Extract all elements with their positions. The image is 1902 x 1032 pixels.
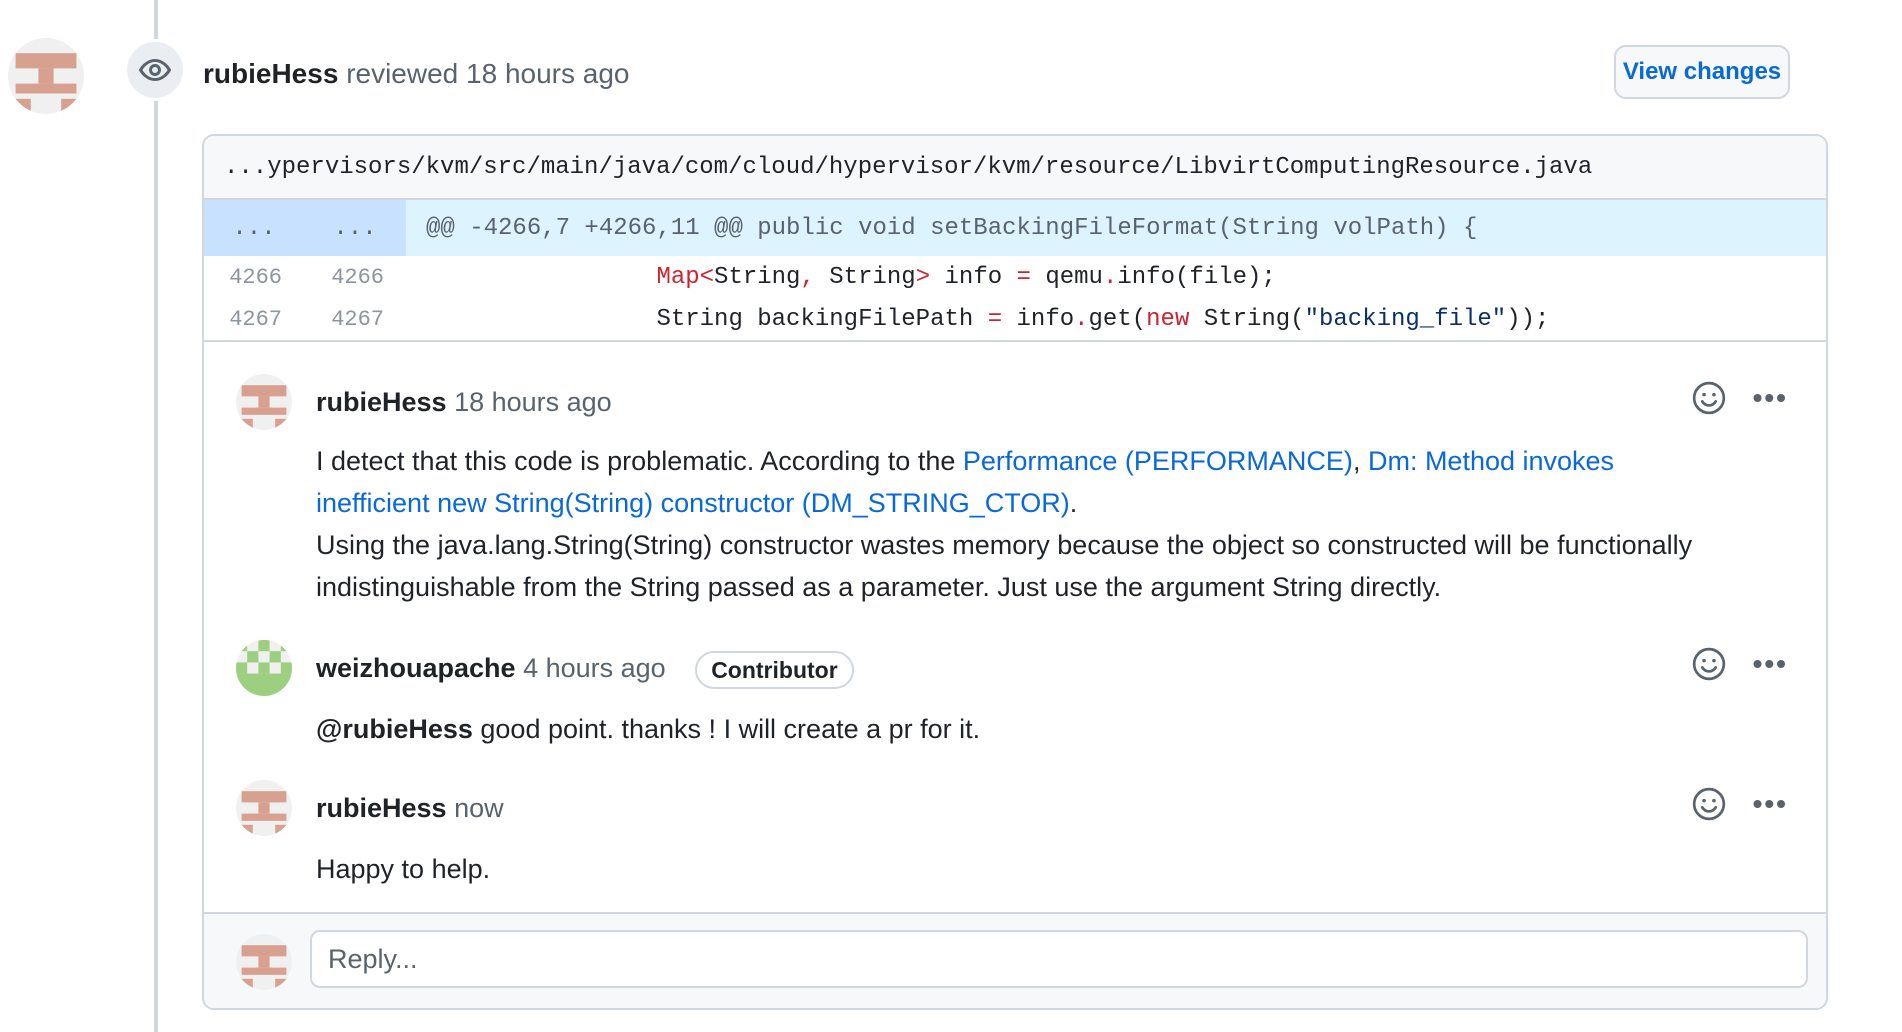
comment-body: Happy to help.	[316, 848, 1726, 890]
comment-time[interactable]: now	[454, 793, 504, 823]
comment-text: I detect that this code is problematic. …	[316, 446, 963, 476]
comment-author[interactable]: rubieHess	[316, 793, 447, 823]
comments-area: rubieHess 18 hours ago ••• I detect that…	[204, 340, 1826, 924]
comment-header: weizhouapache 4 hours ago Contributor	[316, 650, 854, 689]
smiley-icon[interactable]	[1691, 786, 1727, 822]
comment-actions: •••	[1691, 380, 1788, 416]
comment-author[interactable]: rubieHess	[316, 387, 447, 417]
comment-time[interactable]: 18 hours ago	[454, 387, 612, 417]
comment-time[interactable]: 4 hours ago	[523, 653, 666, 683]
contributor-badge: Contributor	[695, 650, 854, 689]
hunk-header: @@ -4266,7 +4266,11 @@ public void setBa…	[406, 200, 1826, 256]
reply-bar: Reply...	[204, 912, 1826, 1008]
review-time[interactable]: 18 hours ago	[466, 58, 629, 89]
identicon-brown	[8, 38, 84, 114]
comment-header: rubieHess 18 hours ago	[316, 384, 612, 420]
comment-actions: •••	[1691, 786, 1788, 822]
file-path[interactable]: ...ypervisors/kvm/src/main/java/com/clou…	[204, 136, 1826, 200]
user-mention[interactable]: @rubieHess	[316, 714, 473, 744]
avatar[interactable]	[8, 38, 84, 114]
eye-icon	[124, 39, 186, 101]
comment-text-sep: ,	[1352, 446, 1368, 476]
review-action: reviewed	[346, 58, 459, 89]
review-author[interactable]: rubieHess	[203, 58, 338, 89]
view-changes-button[interactable]: View changes	[1614, 45, 1790, 99]
comment-body: I detect that this code is problematic. …	[316, 440, 1726, 608]
comment-author[interactable]: weizhouapache	[316, 653, 516, 683]
code-line: 4266 4266 Map<String, String> info = qem…	[204, 256, 1826, 298]
old-line-number[interactable]: 4267	[204, 298, 304, 340]
expand-up-button[interactable]: ...	[204, 200, 304, 256]
kebab-horizontal-icon[interactable]: •••	[1753, 650, 1788, 678]
diff-table: ... ... @@ -4266,7 +4266,11 @@ public vo…	[204, 200, 1826, 340]
new-line-number[interactable]: 4266	[304, 256, 406, 298]
smiley-icon[interactable]	[1691, 380, 1727, 416]
comment-actions: •••	[1691, 646, 1788, 682]
avatar[interactable]	[236, 640, 292, 696]
comment-text: Happy to help.	[316, 854, 491, 884]
avatar[interactable]	[236, 780, 292, 836]
old-line-number[interactable]: 4266	[204, 256, 304, 298]
review-header: rubieHess reviewed 18 hours ago	[203, 56, 630, 92]
reply-input[interactable]: Reply...	[310, 930, 1808, 988]
timeline-line	[154, 0, 158, 1032]
kebab-horizontal-icon[interactable]: •••	[1753, 790, 1788, 818]
code-content: String backingFilePath = info.get(new St…	[426, 305, 1550, 333]
hunk-row: ... ... @@ -4266,7 +4266,11 @@ public vo…	[204, 200, 1826, 256]
comment-text-period: .	[1069, 488, 1078, 518]
expand-down-button[interactable]: ...	[304, 200, 406, 256]
code-line: 4267 4267 String backingFilePath = info.…	[204, 298, 1826, 340]
comment-text: Using the java.lang.String(String) const…	[316, 530, 1693, 602]
code-content: Map<String, String> info = qemu.info(fil…	[656, 263, 1276, 291]
comment-text: good point. thanks ! I will create a pr …	[472, 714, 981, 744]
comment-header: rubieHess now	[316, 790, 504, 826]
comment-body: @rubieHess good point. thanks ! I will c…	[316, 708, 1726, 750]
new-line-number[interactable]: 4267	[304, 298, 406, 340]
smiley-icon[interactable]	[1691, 646, 1727, 682]
avatar	[236, 934, 292, 990]
review-thread: ...ypervisors/kvm/src/main/java/com/clou…	[202, 134, 1828, 1010]
performance-link[interactable]: Performance (PERFORMANCE)	[963, 446, 1353, 476]
avatar[interactable]	[236, 374, 292, 430]
kebab-horizontal-icon[interactable]: •••	[1753, 384, 1788, 412]
